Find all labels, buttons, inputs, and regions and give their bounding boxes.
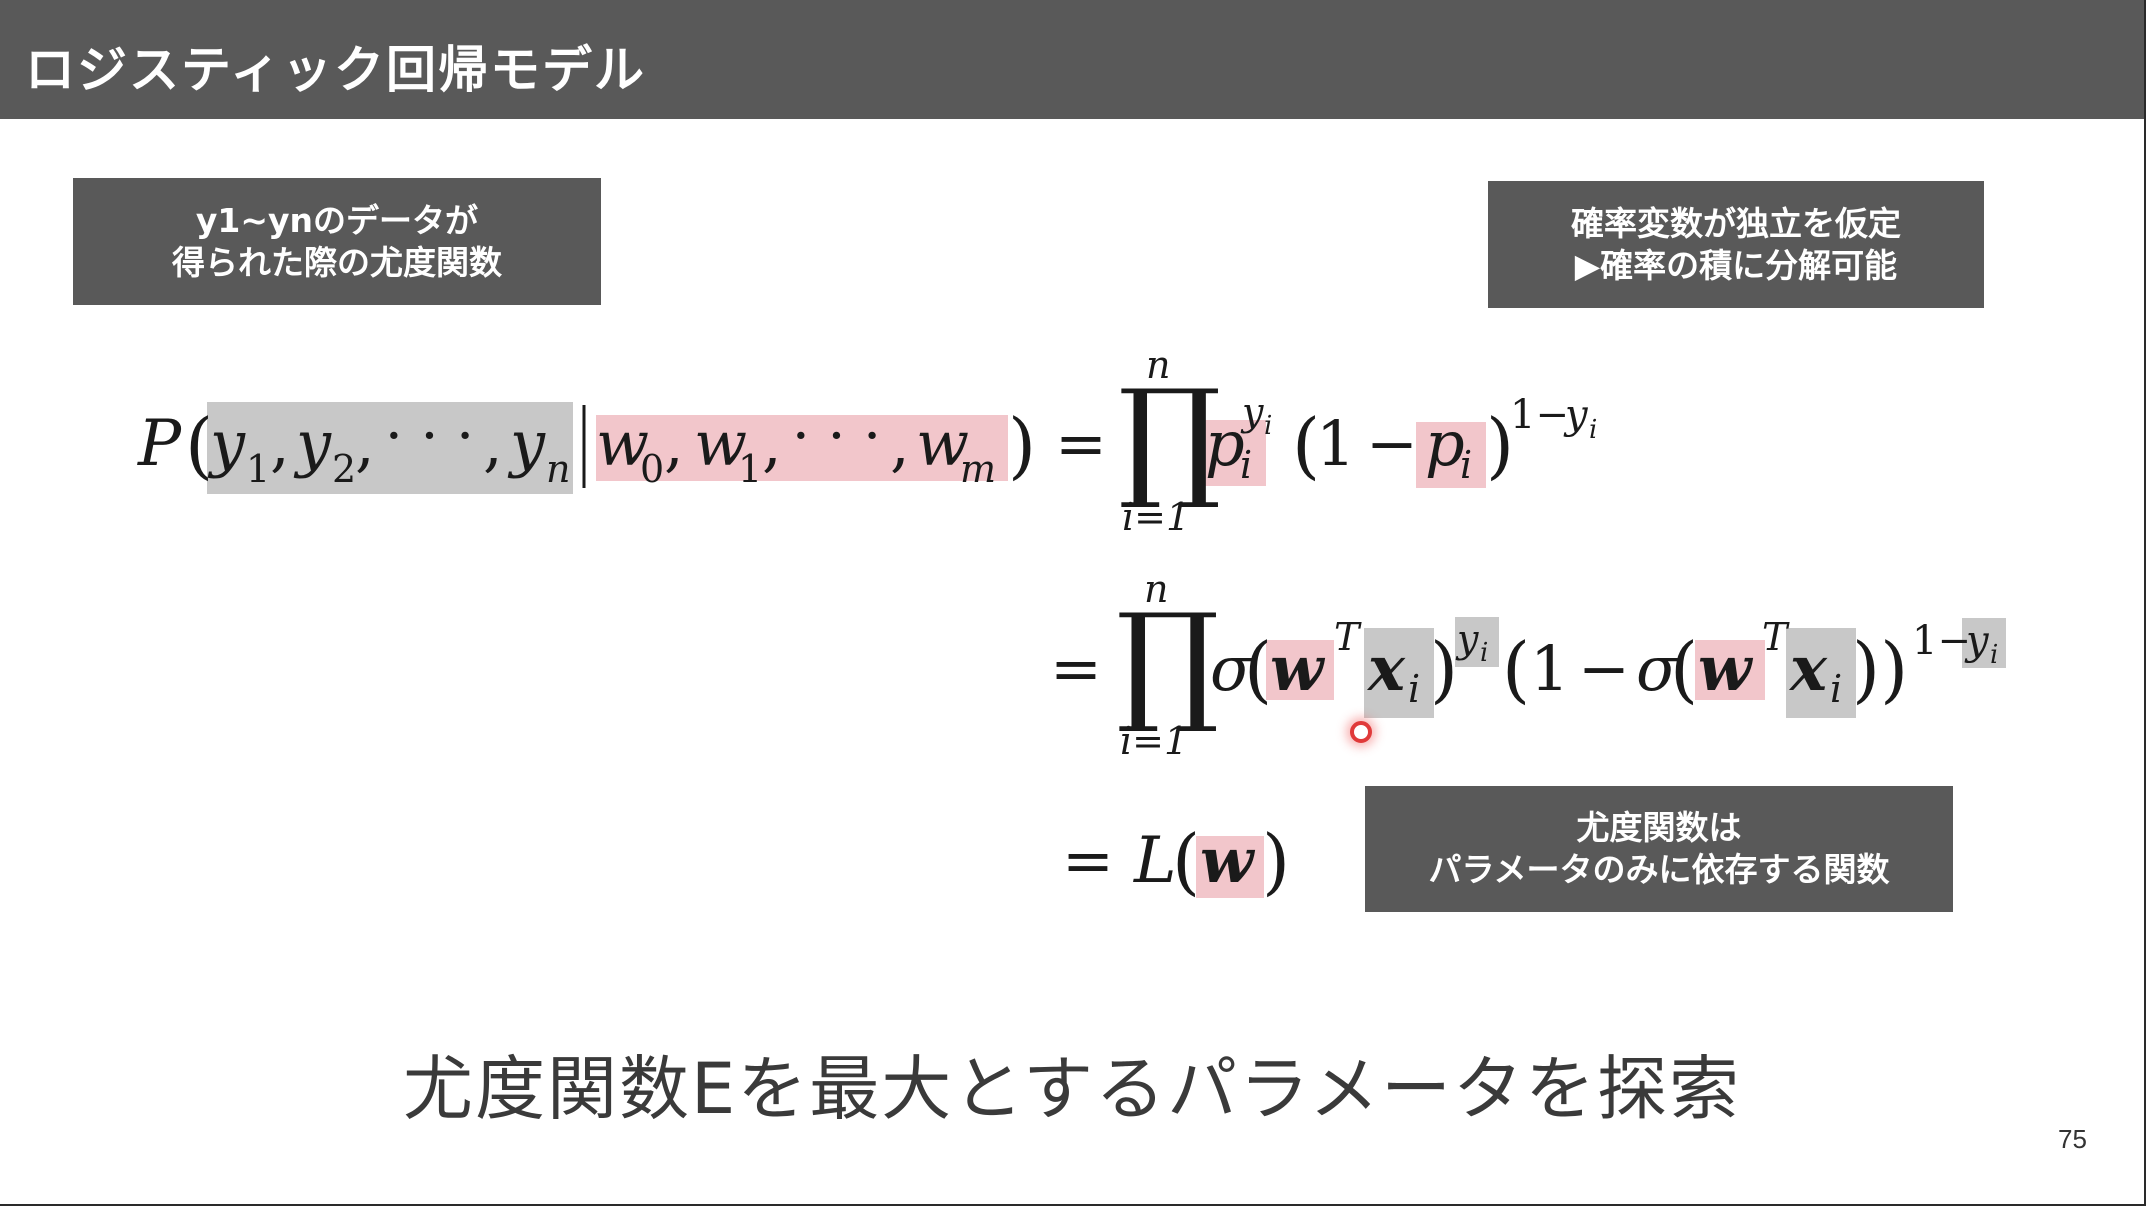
eq2-paren-close2: )) (1852, 627, 1908, 711)
eq2-prod-lower: i=1 (1120, 719, 1188, 763)
laser-pointer (1350, 721, 1372, 743)
eq-lhs-paren-open: ( (185, 403, 213, 487)
eq1-p2-sub: i (1460, 443, 1472, 487)
eq2-x: x (1366, 632, 1406, 705)
eq2-equals: = (1050, 632, 1102, 705)
eq-lhs-comma4: , (664, 407, 684, 480)
eq-lhs-y1-sub: 1 (246, 447, 270, 491)
eq2-exp-y: y (1964, 618, 1990, 664)
eq2-x-sub: i (1408, 667, 1420, 711)
eq2-one: 1 (1530, 632, 1569, 705)
eq1-equals: = (1055, 407, 1107, 480)
eq2-x2: x (1788, 632, 1828, 705)
eq1-one: 1 (1316, 407, 1355, 480)
eq-lhs-dots1: · · · (385, 404, 474, 469)
eq2-x2-sub: i (1830, 667, 1842, 711)
eq3-paren-close: ) (1262, 819, 1290, 903)
eq-lhs-w1-sub: 1 (738, 447, 762, 491)
eq-lhs-y1: y (207, 407, 246, 480)
eq-lhs-y2: y (293, 407, 332, 480)
eq1-minus: − (1366, 407, 1418, 480)
eq1-exp-y: y (1563, 392, 1589, 438)
conclusion-text: 尤度関数Eを最大とするパラメータを探索 (402, 1048, 1742, 1130)
eq-lhs-comma3: , (483, 407, 503, 480)
eq2-w-T: T (1334, 615, 1362, 659)
eq3-paren-open: ( (1172, 819, 1200, 903)
eq2-paren-open: ( (1244, 627, 1272, 711)
eq-lhs-comma5: , (762, 407, 782, 480)
page-number: 75 (2058, 1124, 2087, 1154)
eq-lhs-P: P (137, 407, 182, 481)
likelihood-equation: P ( y 1 , y 2 , · · · , y n w 0 , w 1 , … (137, 343, 1998, 903)
eq2-paren-open3: ( (1670, 627, 1698, 711)
eq-lhs-comma2: , (355, 407, 375, 480)
eq-lhs-paren-close: ) (1008, 403, 1036, 487)
eq-lhs-comma1: , (270, 407, 290, 480)
eq2-sup-y: y (1455, 617, 1479, 661)
slide: ロジスティック回帰モデル y1~ynのデータが 得られた際の尤度関数 確率変数が… (0, 0, 2146, 1206)
eq2-sup-y-sub: i (1480, 638, 1488, 668)
eq3-equals: = (1062, 824, 1114, 897)
eq2-w2: w (1698, 632, 1754, 705)
eq2-exp-y-sub: i (1990, 640, 1998, 670)
eq1-p-sup-sub: i (1264, 411, 1272, 441)
eq1-prod-lower: i=1 (1122, 495, 1190, 539)
eq2-minus: − (1578, 632, 1630, 705)
eq2-prod: ∏ (1116, 585, 1219, 737)
eq-lhs-dots2: · · · (792, 404, 881, 469)
eq1-exp: 1− (1510, 392, 1569, 438)
eq1-p: p (1205, 407, 1245, 480)
eq2-paren-close: ) (1430, 627, 1458, 711)
eq-lhs-yn-sub: n (546, 447, 570, 491)
eq1-p-sup: y (1240, 390, 1264, 434)
eq-lhs-comma6: , (890, 407, 910, 480)
eq-lhs-yn: y (507, 407, 546, 480)
eq2-paren-open2: ( (1502, 627, 1530, 711)
eq1-p-sub: i (1240, 443, 1252, 487)
eq-lhs-y2-sub: 2 (332, 447, 356, 491)
eq2-w: w (1270, 632, 1326, 705)
eq2-exp: 1− (1912, 618, 1971, 664)
eq1-p2: p (1425, 407, 1465, 480)
eq3-L: L (1133, 824, 1177, 898)
eq-lhs-wm-sub: m (960, 447, 996, 491)
eq1-exp-y-sub: i (1589, 415, 1597, 445)
eq2-w2-T: T (1762, 615, 1790, 659)
eq3-w: w (1200, 824, 1256, 897)
eq-lhs-w0-sub: 0 (640, 447, 664, 491)
